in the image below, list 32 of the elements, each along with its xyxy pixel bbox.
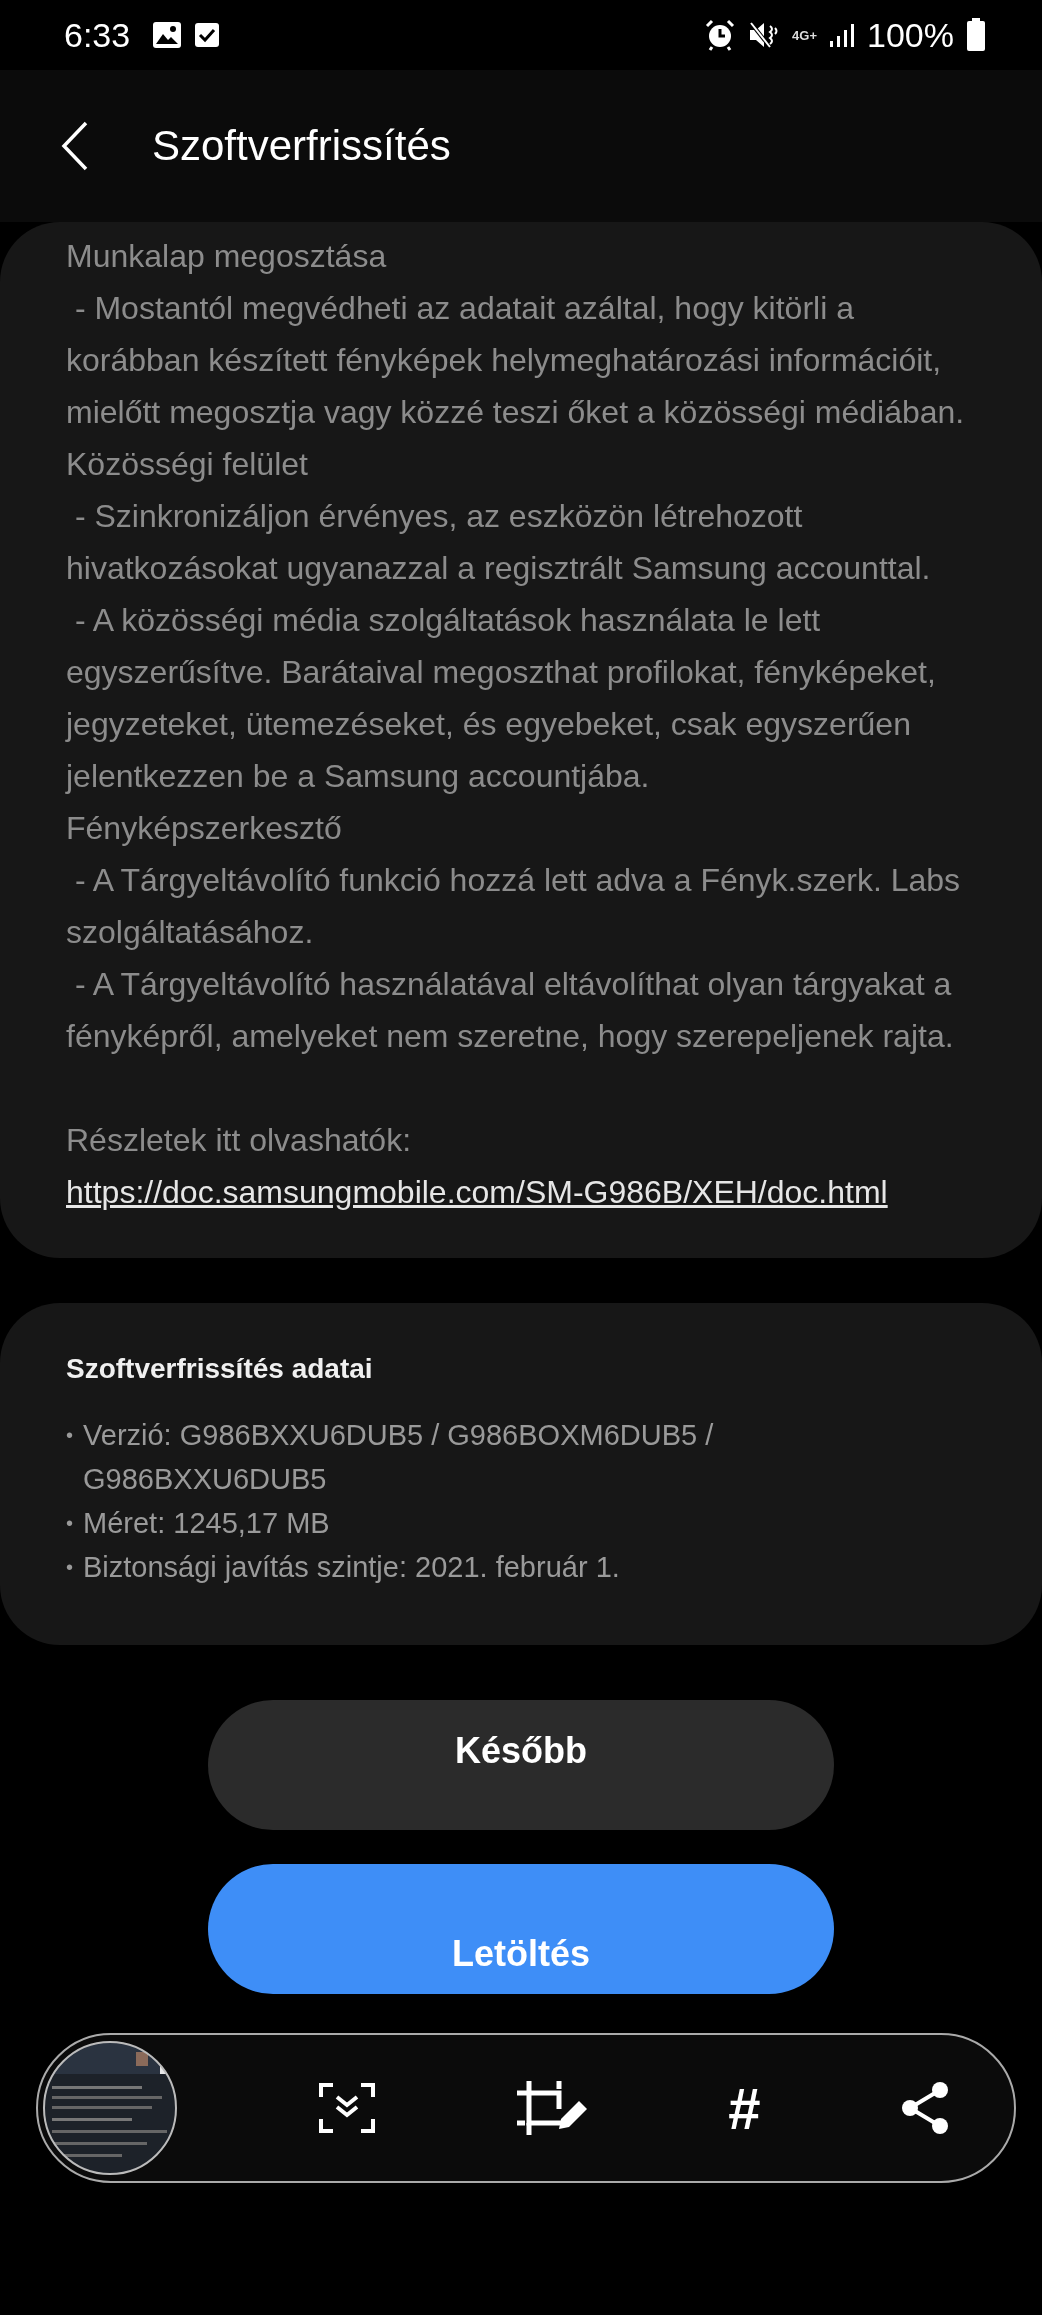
details-label: Részletek itt olvashatók: xyxy=(66,1121,413,1160)
bullet: • xyxy=(66,1511,73,1536)
crop-edit-icon[interactable] xyxy=(514,2079,589,2137)
share-icon[interactable] xyxy=(899,2081,950,2135)
release-note-text: Munkalap megosztása xyxy=(66,237,388,276)
release-note-text: - A közösségi média szolgáltatások használata le lett egyszerűsítve. Barátaival megoszthat profilokat, fényképeket, jegyzeteket, ütemezéseket, és egyebeket, csak egyszerűen jelentkezzen be a Samsung accountjába. xyxy=(66,601,937,796)
signal-icon xyxy=(829,22,856,48)
details-item: Méret: 1245,17 MB xyxy=(83,1506,330,1541)
release-note-text: - A Tárgyeltávolító funkció hozzá lett adva a Fényk.szerk. Labs szolgáltatásához. xyxy=(66,861,962,952)
checkbox-icon xyxy=(194,21,221,49)
battery-percent: 100% xyxy=(867,15,954,55)
page-title: Szoftverfrissítés xyxy=(152,122,451,170)
bullet: • xyxy=(66,1423,73,1448)
details-item: Verzió: G986BXXU6DUB5 / G986BOXM6DUB5 / G986BXXU6DUB5 xyxy=(83,1418,715,1497)
release-note-text: - Mostantól megvédheti az adatait azáltal, hogy kitörli a korábban készített fényképek helymeghatározási információit, mielőtt megosztja vagy közzé teszi őket a közösségi médiában. xyxy=(66,289,966,432)
scroll-capture-icon[interactable] xyxy=(319,2083,376,2133)
details-link[interactable]: https://doc.samsungmobile.com/SM-G986B/XEH/doc.html xyxy=(66,1166,988,1218)
release-note-text: Fényképszerkesztő xyxy=(66,809,343,848)
later-button[interactable]: Később xyxy=(208,1700,834,1830)
status-time: 6:33 xyxy=(64,15,131,55)
alarm-icon xyxy=(704,19,737,51)
image-icon xyxy=(152,21,183,49)
release-note-text: - A Tárgyeltávolító használatával eltávolíthat olyan tárgyakat a fényképről, amelyeket nem szeretne, hogy szerepeljenek rajta. xyxy=(66,965,955,1056)
back-icon[interactable] xyxy=(60,121,90,171)
hashtag-button[interactable]: # xyxy=(728,2074,761,2142)
bullet: • xyxy=(66,1555,73,1580)
release-note-text: Közösségi felület xyxy=(66,445,309,484)
details-title: Szoftverfrissítés adatai xyxy=(66,1353,374,1385)
battery-icon xyxy=(966,18,986,52)
network-label: 4G+ xyxy=(792,27,818,43)
details-item: Biztonsági javítás szintje: 2021. február 1. xyxy=(83,1550,620,1585)
release-note-text: - Szinkronizáljon érvényes, az eszközön létrehozott hivatkozásokat ugyanazzal a regisztrált Samsung accounttal. xyxy=(66,497,932,588)
